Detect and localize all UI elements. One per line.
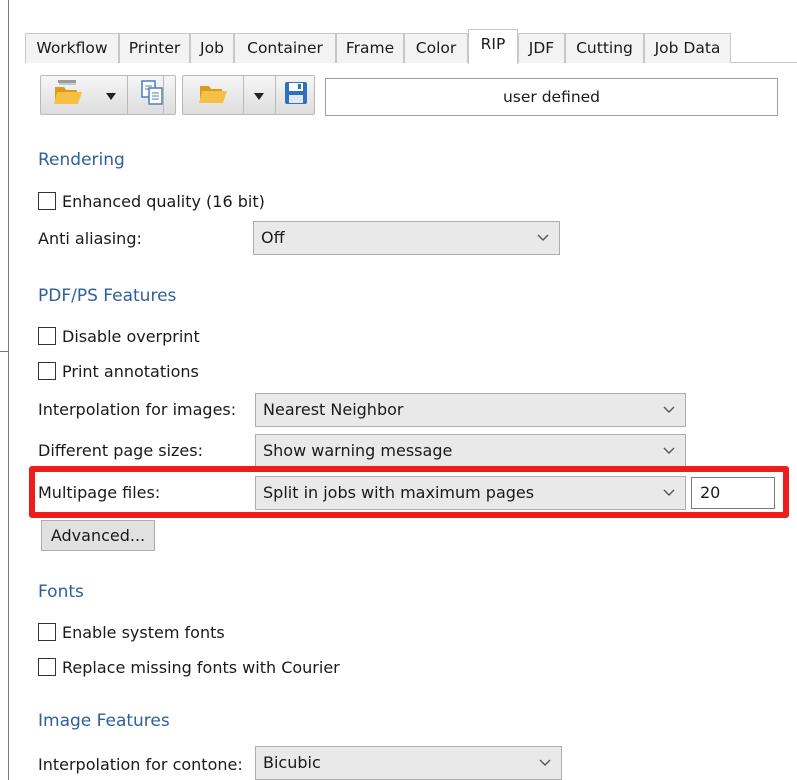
save-preset-button[interactable] bbox=[276, 76, 316, 114]
tab-cutting[interactable]: Cutting bbox=[565, 33, 644, 63]
preset-load-group bbox=[40, 75, 176, 115]
tab-jdf[interactable]: JDF bbox=[518, 33, 565, 63]
open-folder-icon bbox=[53, 79, 83, 111]
enhanced-quality-checkbox[interactable] bbox=[38, 192, 56, 210]
different-page-sizes-label: Different page sizes: bbox=[38, 441, 203, 460]
edge-tick bbox=[0, 351, 8, 352]
open-folder-icon bbox=[198, 80, 228, 110]
section-pdf-ps-features: PDF/PS Features bbox=[38, 286, 177, 306]
print-annotations-label: Print annotations bbox=[62, 361, 199, 381]
tab-workflow[interactable]: Workflow bbox=[25, 33, 119, 63]
chevron-down-icon bbox=[661, 477, 677, 509]
section-fonts: Fonts bbox=[38, 582, 84, 602]
load-preset-dropdown[interactable] bbox=[95, 76, 127, 114]
enable-system-fonts-option[interactable]: Enable system fonts bbox=[38, 621, 225, 643]
copy-icon bbox=[139, 79, 165, 111]
preset-save-group bbox=[182, 75, 315, 115]
save-icon bbox=[284, 81, 308, 109]
tab-bar: Workflow Printer Job Container Frame Col… bbox=[25, 29, 797, 64]
replace-missing-fonts-checkbox[interactable] bbox=[38, 658, 56, 676]
load-preset-button[interactable] bbox=[41, 76, 95, 114]
multipage-files-value: Split in jobs with maximum pages bbox=[263, 483, 535, 502]
enhanced-quality-label: Enhanced quality (16 bit) bbox=[62, 191, 265, 211]
open-file-button[interactable] bbox=[183, 76, 243, 114]
max-pages-input[interactable]: 20 bbox=[691, 477, 775, 509]
disable-overprint-checkbox[interactable] bbox=[38, 327, 56, 345]
disable-overprint-label: Disable overprint bbox=[62, 326, 200, 346]
section-image-features: Image Features bbox=[38, 711, 170, 731]
disable-overprint-option[interactable]: Disable overprint bbox=[38, 325, 200, 347]
window-edge bbox=[8, 0, 9, 780]
multipage-files-label: Multipage files: bbox=[38, 483, 161, 502]
tab-color[interactable]: Color bbox=[404, 33, 468, 63]
preset-name-field[interactable]: user defined bbox=[325, 78, 778, 116]
interpolation-images-value: Nearest Neighbor bbox=[263, 400, 404, 419]
anti-aliasing-select[interactable]: Off bbox=[253, 221, 560, 255]
print-annotations-checkbox[interactable] bbox=[38, 362, 56, 380]
tab-frame[interactable]: Frame bbox=[336, 33, 404, 63]
advanced-button[interactable]: Advanced... bbox=[41, 520, 155, 551]
chevron-down-icon bbox=[661, 394, 677, 426]
anti-aliasing-value: Off bbox=[261, 228, 285, 247]
tab-rip[interactable]: RIP bbox=[468, 29, 518, 64]
chevron-down-icon bbox=[661, 435, 677, 467]
open-file-dropdown[interactable] bbox=[243, 76, 275, 114]
enable-system-fonts-checkbox[interactable] bbox=[38, 623, 56, 641]
interpolation-contone-label: Interpolation for contone: bbox=[38, 755, 243, 774]
enable-system-fonts-label: Enable system fonts bbox=[62, 622, 225, 642]
multipage-files-select[interactable]: Split in jobs with maximum pages bbox=[255, 476, 686, 510]
dropdown-arrow-icon bbox=[106, 86, 116, 105]
interpolation-contone-select[interactable]: Bicubic bbox=[255, 746, 562, 780]
tab-job-data[interactable]: Job Data bbox=[644, 33, 731, 63]
enhanced-quality-option[interactable]: Enhanced quality (16 bit) bbox=[38, 190, 265, 212]
interpolation-images-select[interactable]: Nearest Neighbor bbox=[255, 393, 686, 427]
copy-preset-button[interactable] bbox=[128, 76, 176, 114]
interpolation-contone-value: Bicubic bbox=[263, 753, 321, 772]
section-rendering: Rendering bbox=[38, 150, 125, 170]
anti-aliasing-label: Anti aliasing: bbox=[38, 229, 142, 248]
tab-printer[interactable]: Printer bbox=[119, 33, 190, 63]
tab-job[interactable]: Job bbox=[190, 33, 234, 63]
interpolation-images-label: Interpolation for images: bbox=[38, 400, 237, 419]
chevron-down-icon bbox=[537, 747, 553, 779]
print-annotations-option[interactable]: Print annotations bbox=[38, 360, 199, 382]
dropdown-arrow-icon bbox=[254, 86, 264, 105]
different-page-sizes-value: Show warning message bbox=[263, 441, 453, 460]
replace-missing-fonts-option[interactable]: Replace missing fonts with Courier bbox=[38, 656, 340, 678]
different-page-sizes-select[interactable]: Show warning message bbox=[255, 434, 686, 468]
replace-missing-fonts-label: Replace missing fonts with Courier bbox=[62, 657, 340, 677]
chevron-down-icon bbox=[535, 222, 551, 254]
tab-container[interactable]: Container bbox=[234, 33, 336, 63]
